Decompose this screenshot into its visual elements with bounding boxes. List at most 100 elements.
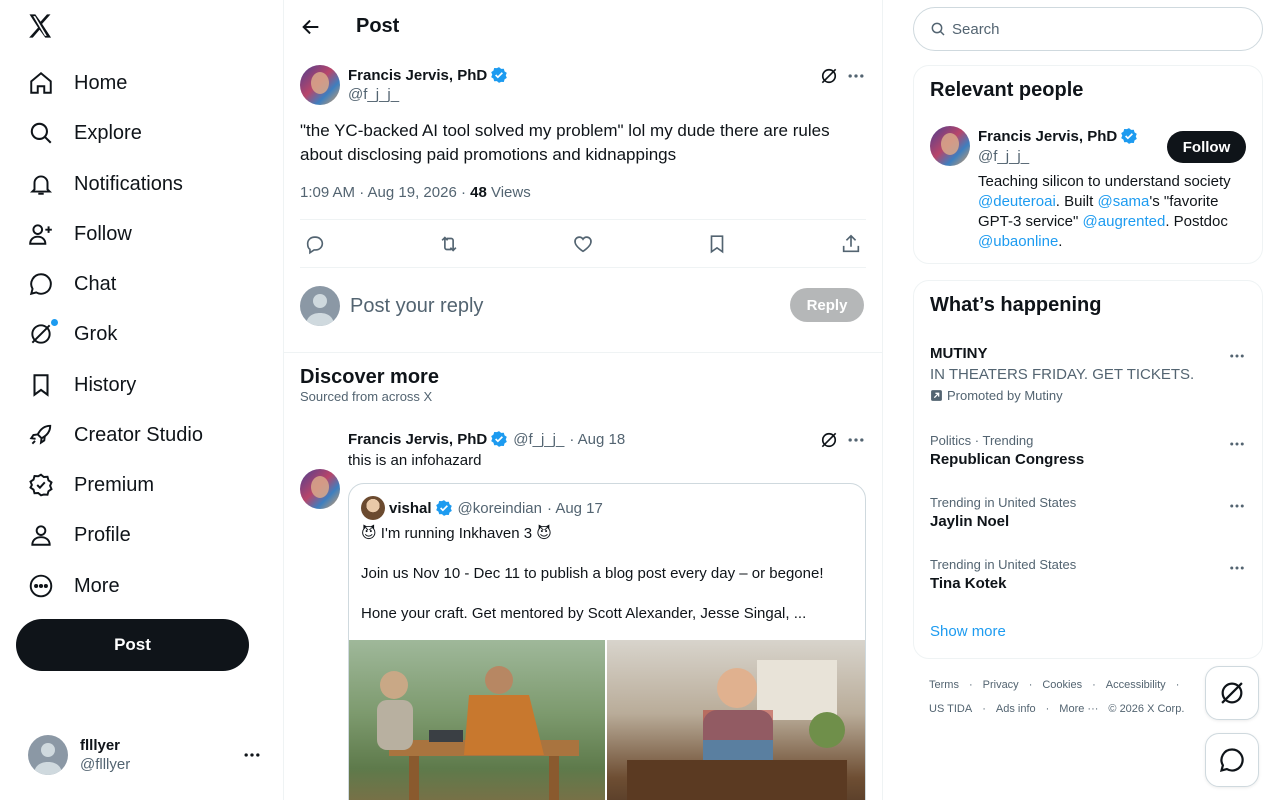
panel-title: What’s happening — [930, 294, 1102, 316]
rocket-icon — [28, 422, 54, 448]
grok-floating-button[interactable] — [1205, 666, 1259, 720]
panel-title: Relevant people — [930, 79, 1084, 101]
like-heart-icon[interactable] — [572, 233, 594, 255]
more-dots-icon[interactable] — [242, 745, 262, 765]
nav-premium[interactable]: Premium — [16, 462, 166, 508]
bio-link[interactable]: @sama — [1097, 193, 1149, 210]
footer-link-cookies[interactable]: Cookies — [1042, 679, 1082, 691]
repost-icon[interactable] — [438, 233, 460, 255]
nav-label: Profile — [74, 523, 131, 546]
trend-item[interactable]: Trending in United States Jaylin Noel — [930, 495, 1248, 530]
notification-dot — [51, 319, 58, 326]
quote-author-handle: @koreindian — [457, 499, 542, 517]
quote-image-1[interactable] — [349, 640, 607, 800]
tweet-actions — [300, 219, 866, 268]
more-dots-icon[interactable] — [846, 430, 866, 450]
nav-creator-studio[interactable]: Creator Studio — [16, 412, 215, 458]
search-input[interactable]: Search — [913, 7, 1263, 51]
left-navigation: Home Explore Notifications Follow Chat G… — [0, 0, 284, 800]
promo-label: Promoted by Mutiny — [930, 388, 1248, 403]
x-logo-icon[interactable] — [26, 12, 58, 44]
relevant-people-panel: Relevant people Francis Jervis, PhD @f_j… — [913, 65, 1263, 264]
quote-author-name: vishal — [389, 499, 432, 517]
bio-link[interactable]: @deuteroai — [978, 193, 1056, 210]
author-handle[interactable]: @f_j_j_ — [348, 86, 399, 103]
reply-button[interactable]: Reply — [790, 288, 864, 322]
whats-happening-panel: What’s happening MUTINY IN THEATERS FRID… — [913, 280, 1263, 659]
more-dots-icon[interactable] — [1228, 497, 1246, 515]
author-avatar[interactable] — [300, 469, 340, 509]
footer-separator: · — [1175, 679, 1180, 691]
bio-text: Teaching silicon to understand society — [978, 173, 1231, 190]
author-handle[interactable]: @f_j_j_ — [513, 431, 564, 448]
more-dots-icon[interactable] — [1228, 435, 1246, 453]
quote-header: vishal @koreindian · Aug 17 — [361, 496, 603, 520]
post-date[interactable]: · Aug 18 — [569, 431, 625, 448]
reply-input[interactable]: Post your reply — [350, 295, 483, 318]
avatar — [361, 496, 385, 520]
nav-explore[interactable]: Explore — [16, 110, 154, 156]
bio-link[interactable]: @ubaonline — [978, 233, 1058, 250]
nav-more[interactable]: More — [16, 563, 132, 609]
footer-link-terms[interactable]: Terms — [929, 679, 959, 691]
author-name-row[interactable]: Francis Jervis, PhD — [348, 66, 508, 85]
person-name-row[interactable]: Francis Jervis, PhD — [978, 127, 1138, 146]
more-dots-icon[interactable] — [846, 66, 866, 86]
main-column: Post Francis Jervis, PhD @f_j_j_ "the YC… — [284, 0, 883, 800]
avatar — [300, 286, 340, 326]
reply-icon[interactable] — [304, 233, 326, 255]
author-avatar[interactable] — [930, 126, 970, 166]
quoted-post[interactable]: vishal @koreindian · Aug 17 😈 I'm runnin… — [348, 483, 866, 800]
bookmark-icon[interactable] — [706, 233, 728, 255]
bio-link[interactable]: @augrented — [1083, 213, 1166, 230]
post-text: this is an infohazard — [348, 452, 482, 469]
follow-button[interactable]: Follow — [1167, 131, 1246, 163]
share-icon[interactable] — [840, 233, 862, 255]
verified-badge-icon — [28, 472, 54, 498]
trend-item[interactable]: Politics · Trending Republican Congress — [930, 433, 1248, 468]
verified-badge-icon — [435, 499, 453, 517]
author-avatar[interactable] — [300, 65, 340, 105]
trend-item[interactable]: Trending in United States Tina Kotek — [930, 557, 1248, 592]
footer-links-row: US TIDA · Ads info · More ··· © 2026 X Corp. — [929, 703, 1194, 715]
person-bio: Teaching silicon to understand society @… — [978, 172, 1253, 252]
messages-floating-button[interactable] — [1205, 733, 1259, 787]
divider — [284, 352, 882, 353]
footer-link-ads-info[interactable]: Ads info — [996, 703, 1036, 715]
author-name[interactable]: Francis Jervis, PhD — [348, 431, 487, 448]
quote-date: · Aug 17 — [546, 499, 603, 517]
tweet-timestamp[interactable]: 1:09 AM · Aug 19, 2026 · — [300, 184, 470, 201]
show-more-link[interactable]: Show more — [930, 623, 1006, 640]
nav-home[interactable]: Home — [16, 60, 139, 106]
grok-icon[interactable] — [819, 66, 839, 86]
tweet-text: "the YC-backed AI tool solved my problem… — [300, 121, 830, 164]
account-handle: @flllyer — [80, 756, 131, 773]
nav-follow[interactable]: Follow — [16, 211, 144, 257]
more-dots-icon[interactable] — [1228, 559, 1246, 577]
back-arrow-icon[interactable] — [300, 16, 322, 38]
trend-name: Tina Kotek — [930, 575, 1007, 592]
footer-link-more[interactable]: More ··· — [1059, 703, 1098, 715]
bell-icon — [28, 171, 54, 197]
more-dots-icon[interactable] — [1228, 347, 1246, 365]
nav-grok[interactable]: Grok — [16, 311, 129, 357]
person-name: Francis Jervis, PhD — [978, 127, 1118, 145]
trend-context: Trending in United States — [930, 557, 1077, 572]
account-switcher[interactable]: flllyer @flllyer — [16, 730, 274, 780]
grok-icon[interactable] — [819, 430, 839, 450]
footer-link-privacy[interactable]: Privacy — [983, 679, 1019, 691]
nav-profile[interactable]: Profile — [16, 512, 143, 558]
footer-link-tida[interactable]: US TIDA — [929, 703, 972, 715]
nav-notifications[interactable]: Notifications — [16, 161, 195, 207]
post-button[interactable]: Post — [16, 619, 249, 671]
person-handle[interactable]: @f_j_j_ — [978, 148, 1029, 165]
page-title: Post — [356, 15, 400, 37]
right-sidebar: Search Relevant people Francis Jervis, P… — [883, 0, 1280, 800]
nav-history[interactable]: History — [16, 362, 148, 408]
quote-image-2[interactable] — [607, 640, 865, 800]
nav-chat[interactable]: Chat — [16, 261, 128, 307]
footer-link-accessibility[interactable]: Accessibility — [1106, 679, 1166, 691]
promoted-trend[interactable]: MUTINY IN THEATERS FRIDAY. GET TICKETS. … — [930, 345, 1248, 403]
avatar — [28, 735, 68, 775]
nav-label: Chat — [74, 272, 117, 295]
